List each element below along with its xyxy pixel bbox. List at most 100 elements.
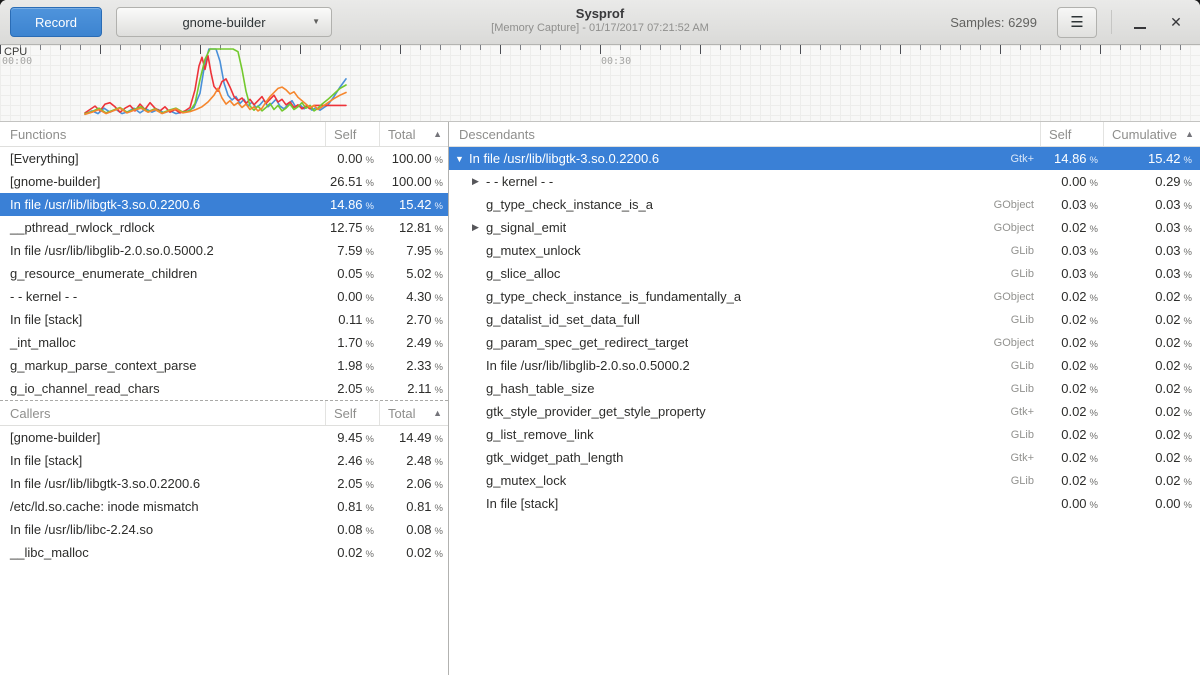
self-value: 0.02% [1040,381,1103,396]
percent-sign: % [366,339,374,350]
percent-sign: % [366,362,374,373]
total-value-number: 15.42 [399,197,432,212]
tree-row[interactable]: g_list_remove_linkGLib0.02%0.02% [449,423,1200,446]
tree-row[interactable]: g_type_check_instance_is_aGObject0.03%0.… [449,193,1200,216]
function-name: [gnome-builder] [0,430,325,445]
table-row[interactable]: In file /usr/lib/libgtk-3.so.0.2200.614.… [0,193,448,216]
table-row[interactable]: [gnome-builder]26.51%100.00% [0,170,448,193]
total-value: 0.81% [379,499,448,514]
table-row[interactable]: In file /usr/lib/libgtk-3.so.0.2200.62.0… [0,472,448,495]
table-row[interactable]: /etc/ld.so.cache: inode mismatch0.81%0.8… [0,495,448,518]
percent-sign: % [366,434,374,445]
table-row[interactable]: __pthread_rwlock_rdlock12.75%12.81% [0,216,448,239]
function-name: gtk_style_provider_get_style_property [486,404,706,419]
percent-sign: % [1184,477,1192,488]
left-pane: Functions Self Total ▲ [Everything]0.00%… [0,122,449,675]
function-name: - - kernel - - [0,289,325,304]
column-header-cumulative-label: Cumulative [1112,127,1177,142]
tree-row[interactable]: gtk_widget_path_lengthGtk+0.02%0.02% [449,446,1200,469]
total-value: 2.49% [379,335,448,350]
total-value: 100.00% [379,174,448,189]
tree-row[interactable]: g_type_check_instance_is_fundamentally_a… [449,285,1200,308]
cumulative-value-number: 15.42 [1148,151,1181,166]
row-expander-icon[interactable]: ▶ [472,222,486,233]
cumulative-value-number: 0.03 [1155,266,1180,281]
tree-row[interactable]: g_hash_table_sizeGLib0.02%0.02% [449,377,1200,400]
percent-sign: % [366,457,374,468]
function-name: In file /usr/lib/libgtk-3.so.0.2200.6 [469,151,659,166]
table-row[interactable]: In file /usr/lib/libc-2.24.so0.08%0.08% [0,518,448,541]
tree-row[interactable]: ▼In file /usr/lib/libgtk-3.so.0.2200.6Gt… [449,147,1200,170]
tree-row[interactable]: ▶g_signal_emitGObject0.02%0.03% [449,216,1200,239]
percent-sign: % [1184,224,1192,235]
column-header-self[interactable]: Self [1040,122,1103,146]
function-name: In file [stack] [0,312,325,327]
library-tag: Gtk+ [1010,406,1040,418]
menu-button[interactable]: ☰ [1057,7,1097,38]
table-row[interactable]: g_markup_parse_context_parse1.98%2.33% [0,354,448,377]
table-row[interactable]: g_resource_enumerate_children0.05%5.02% [0,262,448,285]
table-row[interactable]: __libc_malloc0.02%0.02% [0,541,448,564]
tree-row[interactable]: g_param_spec_get_redirect_targetGObject0… [449,331,1200,354]
cumulative-value-number: 0.02 [1155,404,1180,419]
table-row[interactable]: _int_malloc1.70%2.49% [0,331,448,354]
close-button[interactable]: ✕ [1158,5,1194,39]
functions-header: Functions Self Total ▲ [0,122,448,147]
record-button[interactable]: Record [10,7,102,37]
tree-row[interactable]: g_datalist_id_set_data_fullGLib0.02%0.02… [449,308,1200,331]
self-value-number: 0.05 [337,266,362,281]
hamburger-icon: ☰ [1070,13,1083,31]
column-header-total[interactable]: Total ▲ [379,122,448,146]
cumulative-value-number: 0.02 [1155,312,1180,327]
table-row[interactable]: - - kernel - -0.00%4.30% [0,285,448,308]
table-row[interactable]: In file [stack]0.11%2.70% [0,308,448,331]
table-row[interactable]: In file /usr/lib/libglib-2.0.so.0.5000.2… [0,239,448,262]
tree-row[interactable]: g_slice_allocGLib0.03%0.03% [449,262,1200,285]
cpu-graph[interactable]: CPU 00:00 00:30 [0,45,1200,122]
sort-ascending-icon: ▲ [433,129,442,139]
percent-sign: % [1090,431,1098,442]
tree-row[interactable]: In file [stack]0.00%0.00% [449,492,1200,515]
percent-sign: % [435,178,443,189]
total-value: 2.33% [379,358,448,373]
library-tag: GLib [1011,314,1040,326]
table-row[interactable]: In file [stack]2.46%2.48% [0,449,448,472]
column-header-cumulative[interactable]: Cumulative ▲ [1103,122,1200,146]
chevron-down-icon: ▼ [312,17,320,26]
sort-ascending-icon: ▲ [1185,129,1194,139]
minimize-icon [1134,27,1146,29]
percent-sign: % [435,270,443,281]
row-expander-icon[interactable]: ▶ [472,176,486,187]
self-value: 14.86% [325,197,379,212]
tree-row[interactable]: gtk_style_provider_get_style_property Gtk… [449,400,1200,423]
column-header-functions[interactable]: Functions [0,122,325,146]
percent-sign: % [1090,224,1098,235]
tree-row[interactable]: ▶- - kernel - -0.00%0.29% [449,170,1200,193]
percent-sign: % [366,201,374,212]
table-row[interactable]: [Everything]0.00%100.00% [0,147,448,170]
column-header-self[interactable]: Self [325,122,379,146]
table-row[interactable]: g_io_channel_read_chars2.05%2.11% [0,377,448,400]
tree-row[interactable]: g_mutex_lockGLib0.02%0.02% [449,469,1200,492]
cumulative-value: 0.02% [1103,450,1200,465]
percent-sign: % [1090,178,1098,189]
minimize-button[interactable] [1122,5,1158,39]
target-combobox[interactable]: gnome-builder ▼ [116,7,332,37]
self-value-number: 0.00 [1061,174,1086,189]
cumulative-value: 0.03% [1103,243,1200,258]
table-row[interactable]: [gnome-builder]9.45%14.49% [0,426,448,449]
self-value: 0.11% [325,312,379,327]
column-header-descendants[interactable]: Descendants [449,122,1040,146]
tree-row[interactable]: g_mutex_unlockGLib0.03%0.03% [449,239,1200,262]
column-header-callers[interactable]: Callers [0,401,325,425]
self-value: 1.98% [325,358,379,373]
tree-row[interactable]: In file /usr/lib/libglib-2.0.so.0.5000.2… [449,354,1200,377]
column-header-self[interactable]: Self [325,401,379,425]
function-name: gtk_widget_path_length [486,450,623,465]
library-tag: GObject [994,222,1040,234]
column-header-total[interactable]: Total ▲ [379,401,448,425]
self-value-number: 1.70 [337,335,362,350]
percent-sign: % [1184,385,1192,396]
row-expander-icon[interactable]: ▼ [455,154,469,164]
function-name: g_markup_parse_context_parse [0,358,325,373]
